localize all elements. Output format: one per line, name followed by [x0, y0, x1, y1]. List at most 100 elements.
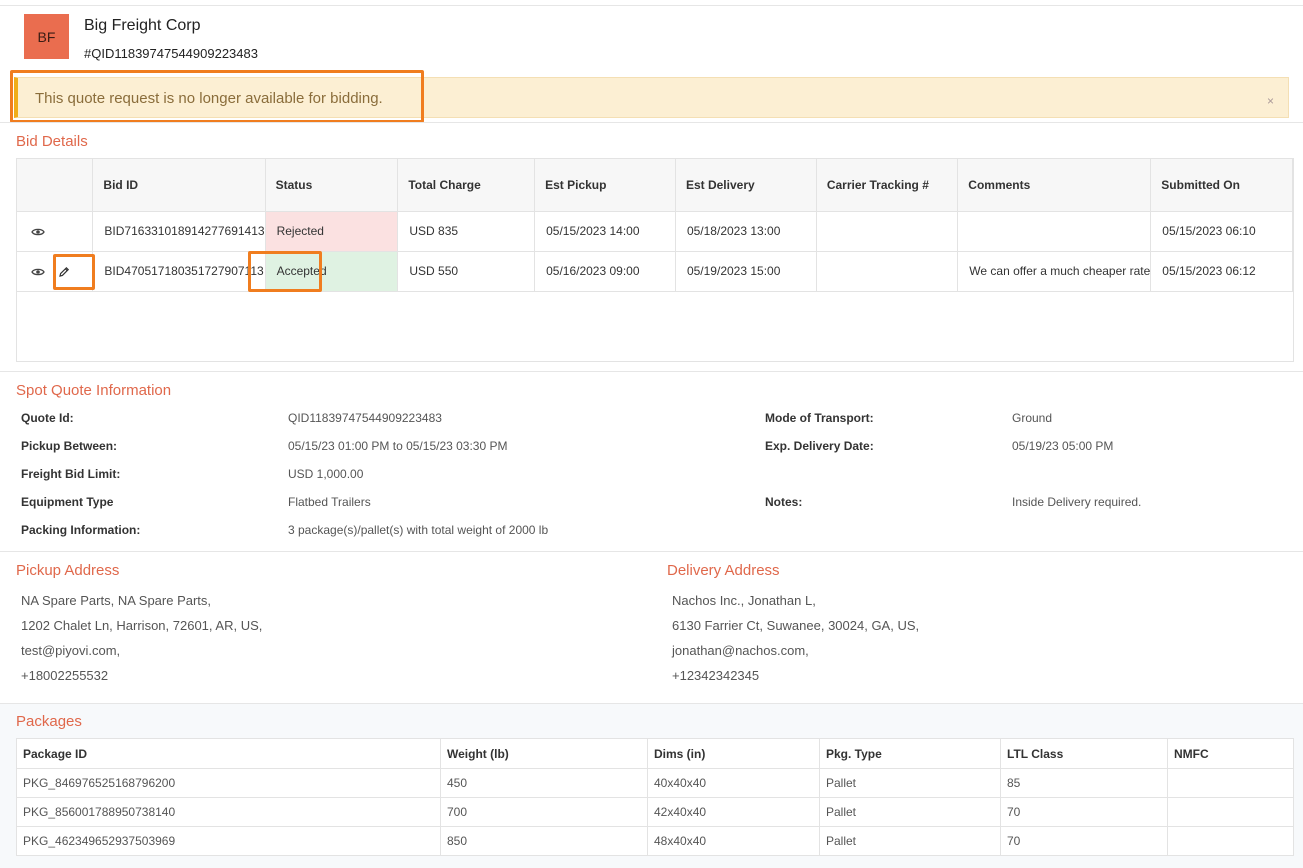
package-nmfc [1167, 826, 1294, 856]
packages-table-header: Package ID Weight (lb) Dims (in) Pkg. Ty… [16, 738, 1294, 769]
pickup-between-label: Pickup Between: [21, 439, 118, 453]
table-row: PKG_846976525168796200 450 40x40x40 Pall… [16, 768, 1294, 798]
spot-quote-title: Spot Quote Information [16, 382, 172, 399]
col-actions [17, 159, 94, 212]
est-pickup: 05/16/2023 09:00 [534, 251, 676, 292]
company-avatar: BF [24, 14, 69, 59]
freight-bid-limit-label: Freight Bid Limit: [21, 467, 121, 481]
package-nmfc [1167, 768, 1294, 798]
packing-info-label: Packing Information: [21, 523, 141, 537]
col-est-pickup[interactable]: Est Pickup [534, 159, 676, 212]
col-pkg-type: Pkg. Type [819, 738, 1001, 769]
package-type: Pallet [819, 768, 1001, 798]
col-total-charge[interactable]: Total Charge [397, 159, 536, 212]
delivery-address-title: Delivery Address [667, 562, 780, 579]
table-row: PKG_856001788950738140 700 42x40x40 Pall… [16, 797, 1294, 827]
package-nmfc [1167, 797, 1294, 827]
comments: We can offer a much cheaper rate [957, 251, 1152, 292]
submitted-on: 05/15/2023 06:10 [1150, 211, 1293, 252]
status-badge: Rejected [265, 211, 399, 252]
bid-id: BID716331018914277691413 [92, 211, 266, 252]
top-border [0, 0, 1303, 6]
col-ltl-class: LTL Class [1000, 738, 1168, 769]
package-ltl-class: 70 [1000, 797, 1168, 827]
bid-table: Bid ID Status Total Charge Est Pickup Es… [17, 159, 1293, 292]
col-status[interactable]: Status [265, 159, 399, 212]
delivery-address-line2: 6130 Farrier Ct, Suwanee, 30024, GA, US, [672, 618, 920, 633]
packing-info-value: 3 package(s)/pallet(s) with total weight… [288, 523, 549, 537]
table-row: BID470517180351727907113 Accepted USD 55… [17, 251, 1293, 292]
table-row: PKG_462349652937503969 850 48x40x40 Pall… [16, 826, 1294, 856]
pickup-email: test@piyovi.com, [21, 643, 121, 658]
col-comments[interactable]: Comments [957, 159, 1152, 212]
quote-id-label: Quote Id: [21, 411, 74, 425]
divider [0, 371, 1303, 372]
comments [957, 211, 1152, 252]
package-dims: 48x40x40 [647, 826, 820, 856]
equipment-type-label: Equipment Type [21, 495, 114, 509]
mode-label: Mode of Transport: [765, 411, 874, 425]
package-type: Pallet [819, 797, 1001, 827]
quote-number: #QID11839747544909223483 [84, 46, 258, 61]
package-id: PKG_846976525168796200 [16, 768, 441, 798]
package-ltl-class: 70 [1000, 826, 1168, 856]
packages-table: Package ID Weight (lb) Dims (in) Pkg. Ty… [16, 738, 1294, 856]
close-icon[interactable]: × [1267, 94, 1274, 108]
status-badge: Accepted [265, 251, 399, 292]
alert-message: This quote request is no longer availabl… [35, 90, 383, 107]
total-charge: USD 550 [397, 251, 536, 292]
carrier-tracking [816, 211, 959, 252]
pickup-phone: +18002255532 [21, 668, 109, 683]
carrier-tracking [816, 251, 959, 292]
package-dims: 42x40x40 [647, 797, 820, 827]
divider [0, 703, 1303, 704]
submitted-on: 05/15/2023 06:12 [1150, 251, 1293, 292]
est-delivery: 05/18/2023 13:00 [675, 211, 817, 252]
row-actions [17, 251, 94, 292]
notes-value: Inside Delivery required. [1012, 495, 1142, 509]
col-carrier-tracking[interactable]: Carrier Tracking # [816, 159, 959, 212]
equipment-type-value: Flatbed Trailers [288, 495, 371, 509]
bid-id: BID470517180351727907113 [92, 251, 266, 292]
pencil-icon[interactable] [58, 266, 70, 278]
company-name: Big Freight Corp [84, 17, 201, 34]
row-actions [17, 211, 94, 252]
col-est-delivery[interactable]: Est Delivery [675, 159, 817, 212]
delivery-email: jonathan@nachos.com, [672, 643, 809, 658]
pickup-address-line1: NA Spare Parts, NA Spare Parts, [21, 593, 212, 608]
exp-delivery-label: Exp. Delivery Date: [765, 439, 874, 453]
pickup-address-title: Pickup Address [16, 562, 120, 579]
col-nmfc: NMFC [1167, 738, 1294, 769]
col-submitted-on[interactable]: Submitted On [1150, 159, 1293, 212]
table-row: BID716331018914277691413 Rejected USD 83… [17, 211, 1293, 252]
freight-bid-limit-value: USD 1,000.00 [288, 467, 364, 481]
delivery-address-line1: Nachos Inc., Jonathan L, [672, 593, 816, 608]
eye-icon[interactable] [31, 267, 45, 277]
col-bid-id[interactable]: Bid ID [92, 159, 266, 212]
total-charge: USD 835 [397, 211, 536, 252]
bid-table-header: Bid ID Status Total Charge Est Pickup Es… [17, 159, 1293, 212]
eye-icon[interactable] [31, 227, 45, 237]
package-weight: 700 [440, 797, 648, 827]
packages-title: Packages [16, 713, 82, 730]
divider [0, 551, 1303, 552]
col-package-id: Package ID [16, 738, 441, 769]
col-dims: Dims (in) [647, 738, 820, 769]
delivery-phone: +12342342345 [672, 668, 760, 683]
pickup-address-line2: 1202 Chalet Ln, Harrison, 72601, AR, US, [21, 618, 263, 633]
col-weight: Weight (lb) [440, 738, 648, 769]
bid-details-title: Bid Details [16, 133, 88, 150]
exp-delivery-value: 05/19/23 05:00 PM [1012, 439, 1114, 453]
est-delivery: 05/19/2023 15:00 [675, 251, 817, 292]
unavailable-alert: This quote request is no longer availabl… [14, 77, 1289, 118]
mode-value: Ground [1012, 411, 1053, 425]
package-id: PKG_462349652937503969 [16, 826, 441, 856]
package-type: Pallet [819, 826, 1001, 856]
bid-table-container: Bid ID Status Total Charge Est Pickup Es… [16, 158, 1294, 362]
package-weight: 850 [440, 826, 648, 856]
package-dims: 40x40x40 [647, 768, 820, 798]
package-ltl-class: 85 [1000, 768, 1168, 798]
package-weight: 450 [440, 768, 648, 798]
est-pickup: 05/15/2023 14:00 [534, 211, 676, 252]
pickup-between-value: 05/15/23 01:00 PM to 05/15/23 03:30 PM [288, 439, 508, 453]
